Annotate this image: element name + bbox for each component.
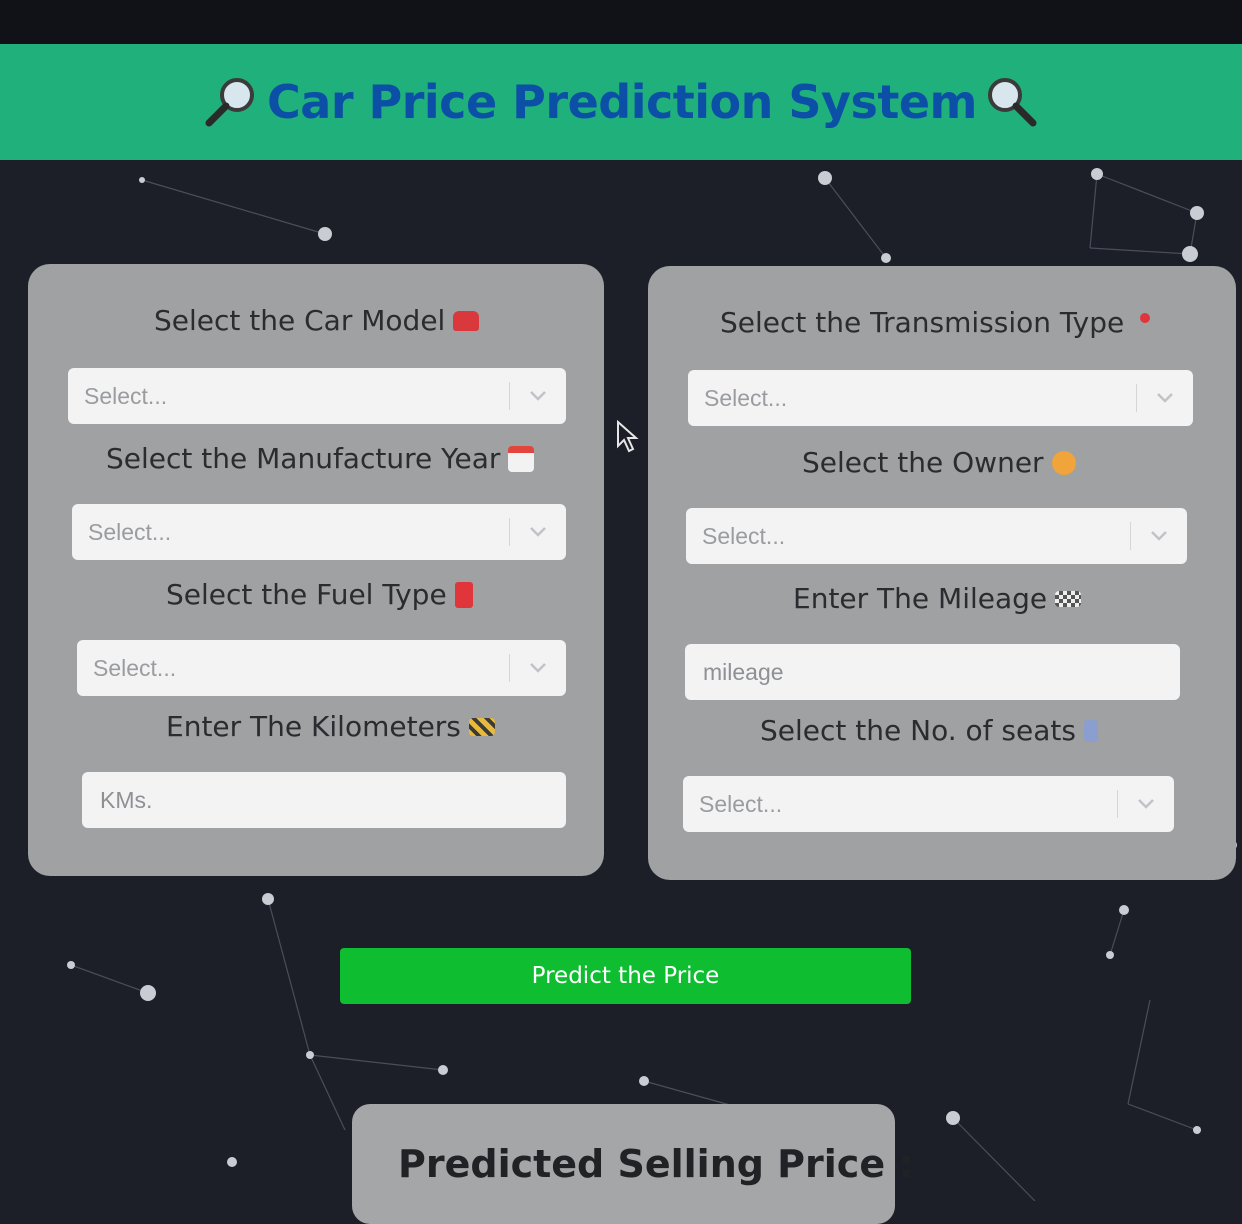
chevron-down-icon (510, 390, 566, 402)
left-form-card: Select the Car Model Select... Select th… (28, 264, 604, 876)
mileage-label: Enter The Mileage (793, 582, 1082, 615)
magnifier-icon (203, 73, 261, 131)
chevron-down-icon (1131, 530, 1187, 542)
seats-label: Select the No. of seats (760, 714, 1098, 747)
fuel-type-label: Select the Fuel Type (166, 578, 473, 611)
construction-icon (468, 717, 495, 736)
kilometers-input[interactable]: KMs. (82, 772, 566, 828)
owner-label: Select the Owner (802, 446, 1076, 479)
chevron-down-icon (1137, 392, 1193, 404)
fuel-pump-icon (454, 581, 473, 608)
checkered-flag-icon (1055, 590, 1082, 607)
mouse-cursor-icon (617, 420, 639, 453)
car-model-label: Select the Car Model (154, 304, 480, 337)
car-model-select[interactable]: Select... (68, 368, 566, 424)
seats-select[interactable]: Select... (683, 776, 1174, 832)
owner-select[interactable]: Select... (686, 508, 1187, 564)
mileage-input[interactable]: mileage (685, 644, 1180, 700)
chevron-down-icon (510, 662, 566, 674)
manufacture-year-select[interactable]: Select... (72, 504, 566, 560)
chevron-down-icon (510, 526, 566, 538)
car-icon (453, 310, 480, 331)
app-header: Car Price Prediction System (0, 44, 1242, 160)
pin-icon (1140, 312, 1151, 323)
manufacture-year-label: Select the Manufacture Year (106, 442, 535, 475)
kilometers-label: Enter The Kilometers (166, 710, 495, 743)
page-title: Car Price Prediction System (267, 75, 977, 129)
transmission-type-label: Select the Transmission Type (720, 306, 1151, 339)
magnifier-icon (981, 73, 1039, 131)
fuel-type-select[interactable]: Select... (77, 640, 566, 696)
predicted-price-title: Predicted Selling Price : (398, 1142, 914, 1186)
transmission-type-select[interactable]: Select... (688, 370, 1193, 426)
person-icon (1051, 450, 1076, 475)
calendar-icon (508, 445, 535, 472)
chevron-down-icon (1118, 798, 1174, 810)
seat-icon (1083, 719, 1098, 742)
predict-price-button[interactable]: Predict the Price (340, 948, 911, 1004)
predicted-price-panel: Predicted Selling Price : (352, 1104, 914, 1224)
right-form-card: Select the Transmission Type Select... S… (648, 266, 1236, 880)
